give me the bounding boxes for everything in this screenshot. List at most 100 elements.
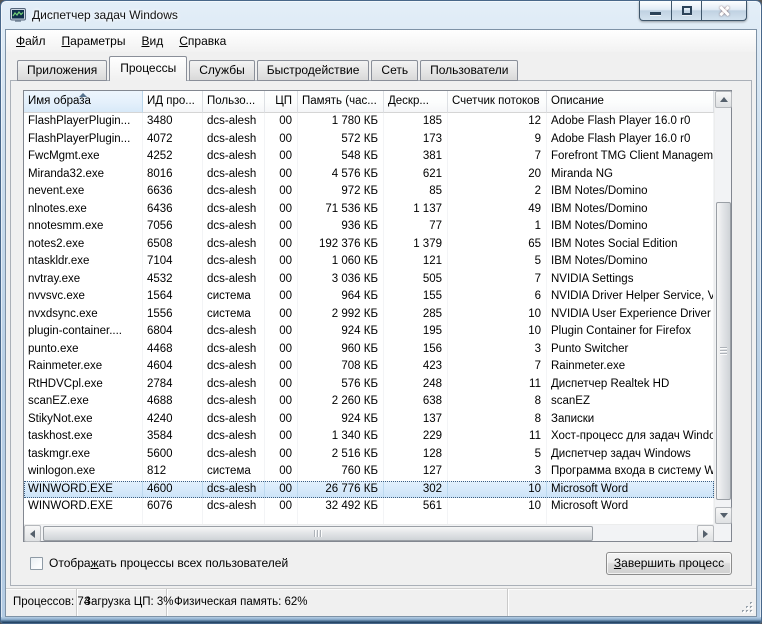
cell-name: nvxdsync.exe bbox=[24, 306, 143, 324]
tab-0[interactable]: Приложения bbox=[17, 60, 107, 81]
column-header-mem[interactable]: Память (час... bbox=[298, 91, 384, 113]
cell-desc: Хост-процесс для задач Window bbox=[547, 428, 714, 446]
process-row[interactable]: notes2.exe6508dcs-alesh00192 376 КБ1 379… bbox=[24, 236, 714, 254]
filler-cell bbox=[298, 516, 384, 525]
tab-1[interactable]: Процессы bbox=[109, 56, 187, 81]
cell-name: plugin-container.... bbox=[24, 323, 143, 341]
close-button[interactable] bbox=[701, 1, 747, 21]
process-row[interactable]: nvvsvc.exe1564система00964 КБ1556NVIDIA … bbox=[24, 288, 714, 306]
process-row[interactable]: FlashPlayerPlugin...4072dcs-alesh00572 К… bbox=[24, 131, 714, 149]
cell-user: система bbox=[203, 288, 265, 306]
minimize-button[interactable] bbox=[639, 1, 672, 21]
process-row[interactable]: plugin-container....6804dcs-alesh00924 К… bbox=[24, 323, 714, 341]
show-all-users-label[interactable]: Отображать процессы всех пользователей bbox=[49, 556, 288, 570]
cell-threads: 9 bbox=[448, 131, 547, 149]
process-row[interactable]: nnotesmm.exe7056dcs-alesh00936 КБ771IBM … bbox=[24, 218, 714, 236]
cell-mem: 548 КБ bbox=[298, 148, 384, 166]
cell-name: nlnotes.exe bbox=[24, 201, 143, 219]
process-row[interactable]: RtHDVCpl.exe2784dcs-alesh00576 КБ24811Ди… bbox=[24, 376, 714, 394]
column-header-user[interactable]: Пользо... bbox=[203, 91, 265, 113]
menu-item-accel: П bbox=[62, 34, 71, 48]
scroll-up-button[interactable] bbox=[715, 91, 732, 108]
column-header-threads[interactable]: Счетчик потоков bbox=[448, 91, 547, 113]
tab-5[interactable]: Пользователи bbox=[420, 60, 518, 81]
process-row[interactable]: Rainmeter.exe4604dcs-alesh00708 КБ4237Ra… bbox=[24, 358, 714, 376]
cell-cpu: 00 bbox=[265, 236, 298, 254]
status-section-empty bbox=[632, 589, 756, 616]
process-row[interactable]: FwcMgmt.exe4252dcs-alesh00548 КБ3817Fore… bbox=[24, 148, 714, 166]
process-row[interactable]: taskhost.exe3584dcs-alesh001 340 КБ22911… bbox=[24, 428, 714, 446]
cell-cpu: 00 bbox=[265, 113, 298, 131]
column-header-name[interactable]: Имя образа bbox=[24, 91, 143, 113]
cell-cpu: 00 bbox=[265, 253, 298, 271]
cell-handles: 127 bbox=[384, 463, 448, 481]
cell-cpu: 00 bbox=[265, 131, 298, 149]
process-row[interactable]: WINWORD.EXE6076dcs-alesh0032 492 КБ56110… bbox=[24, 498, 714, 516]
vertical-scrollbar[interactable] bbox=[714, 91, 731, 524]
maximize-button[interactable] bbox=[672, 1, 701, 21]
cell-pid: 4252 bbox=[143, 148, 203, 166]
column-header-cpu[interactable]: ЦП bbox=[265, 91, 298, 113]
cell-desc: Rainmeter.exe bbox=[547, 358, 714, 376]
cell-user: dcs-alesh bbox=[203, 481, 265, 499]
cell-handles: 121 bbox=[384, 253, 448, 271]
process-row[interactable]: taskmgr.exe5600dcs-alesh002 516 КБ1285Ди… bbox=[24, 446, 714, 464]
cell-user: dcs-alesh bbox=[203, 218, 265, 236]
cell-pid: 4532 bbox=[143, 271, 203, 289]
cell-threads: 6 bbox=[448, 288, 547, 306]
cell-name: FwcMgmt.exe bbox=[24, 148, 143, 166]
process-row[interactable]: nlnotes.exe6436dcs-alesh0071 536 КБ1 137… bbox=[24, 201, 714, 219]
cell-pid: 812 bbox=[143, 463, 203, 481]
horizontal-scrollbar-thumb[interactable] bbox=[43, 526, 593, 541]
menu-bar: ФайлПараметрыВидСправка bbox=[6, 30, 756, 52]
menu-item-options[interactable]: Параметры bbox=[54, 30, 134, 51]
process-row[interactable]: StikyNot.exe4240dcs-alesh00924 КБ1378Зап… bbox=[24, 411, 714, 429]
cell-mem: 924 КБ bbox=[298, 411, 384, 429]
process-row[interactable]: Miranda32.exe8016dcs-alesh004 576 КБ6212… bbox=[24, 166, 714, 184]
tab-4[interactable]: Сеть bbox=[371, 60, 418, 81]
cell-user: dcs-alesh bbox=[203, 183, 265, 201]
process-row[interactable]: ntaskldr.exe7104dcs-alesh001 060 КБ1215I… bbox=[24, 253, 714, 271]
cell-threads: 3 bbox=[448, 341, 547, 359]
process-listview: Имя образаИД про...Пользо...ЦППамять (ча… bbox=[23, 90, 732, 542]
filler-cell bbox=[547, 516, 714, 525]
column-header-pid[interactable]: ИД про... bbox=[143, 91, 203, 113]
filler-cell bbox=[265, 516, 298, 525]
vertical-scrollbar-thumb[interactable] bbox=[716, 202, 731, 500]
column-header-desc[interactable]: Описание bbox=[547, 91, 714, 113]
filler-cell bbox=[203, 516, 265, 525]
menu-item-view[interactable]: Вид bbox=[133, 30, 171, 51]
menu-item-text: араметры bbox=[70, 34, 125, 48]
menu-item-help[interactable]: Справка bbox=[171, 30, 234, 51]
cell-user: dcs-alesh bbox=[203, 166, 265, 184]
process-row[interactable]: nevent.exe6636dcs-alesh00972 КБ852IBM No… bbox=[24, 183, 714, 201]
tab-3[interactable]: Быстродействие bbox=[257, 60, 370, 81]
show-all-users-checkbox[interactable] bbox=[30, 557, 43, 570]
scroll-down-button[interactable] bbox=[715, 507, 732, 524]
menu-item-file[interactable]: Файл bbox=[8, 30, 54, 51]
cell-mem: 960 КБ bbox=[298, 341, 384, 359]
end-process-button[interactable]: Завершить процесс bbox=[606, 552, 732, 575]
title-bar[interactable]: Диспетчер задач Windows bbox=[1, 1, 761, 29]
process-row[interactable]: nvxdsync.exe1556система002 992 КБ28510NV… bbox=[24, 306, 714, 324]
process-row[interactable]: nvtray.exe4532dcs-alesh003 036 КБ5057NVI… bbox=[24, 271, 714, 289]
process-row[interactable]: WINWORD.EXE4600dcs-alesh0026 776 КБ30210… bbox=[24, 481, 714, 499]
cell-handles: 505 bbox=[384, 271, 448, 289]
cell-threads: 10 bbox=[448, 498, 547, 516]
cell-cpu: 00 bbox=[265, 306, 298, 324]
cell-mem: 192 376 КБ bbox=[298, 236, 384, 254]
scroll-right-button[interactable] bbox=[697, 525, 714, 542]
status-section-1: Загрузка ЦП: 3% bbox=[77, 589, 167, 616]
cell-name: FlashPlayerPlugin... bbox=[24, 131, 143, 149]
cell-handles: 85 bbox=[384, 183, 448, 201]
process-row[interactable]: winlogon.exe812система00760 КБ1273Програ… bbox=[24, 463, 714, 481]
horizontal-scrollbar[interactable] bbox=[24, 524, 714, 541]
column-header-handles[interactable]: Дескр... bbox=[384, 91, 448, 113]
process-row[interactable]: punto.exe4468dcs-alesh00960 КБ1563Punto … bbox=[24, 341, 714, 359]
process-row[interactable]: FlashPlayerPlugin...3480dcs-alesh001 780… bbox=[24, 113, 714, 131]
resize-grip[interactable] bbox=[741, 601, 754, 614]
close-icon bbox=[717, 4, 731, 18]
process-row[interactable]: scanEZ.exe4688dcs-alesh002 260 КБ6388sca… bbox=[24, 393, 714, 411]
tab-2[interactable]: Службы bbox=[189, 60, 254, 81]
scroll-left-button[interactable] bbox=[24, 525, 41, 542]
